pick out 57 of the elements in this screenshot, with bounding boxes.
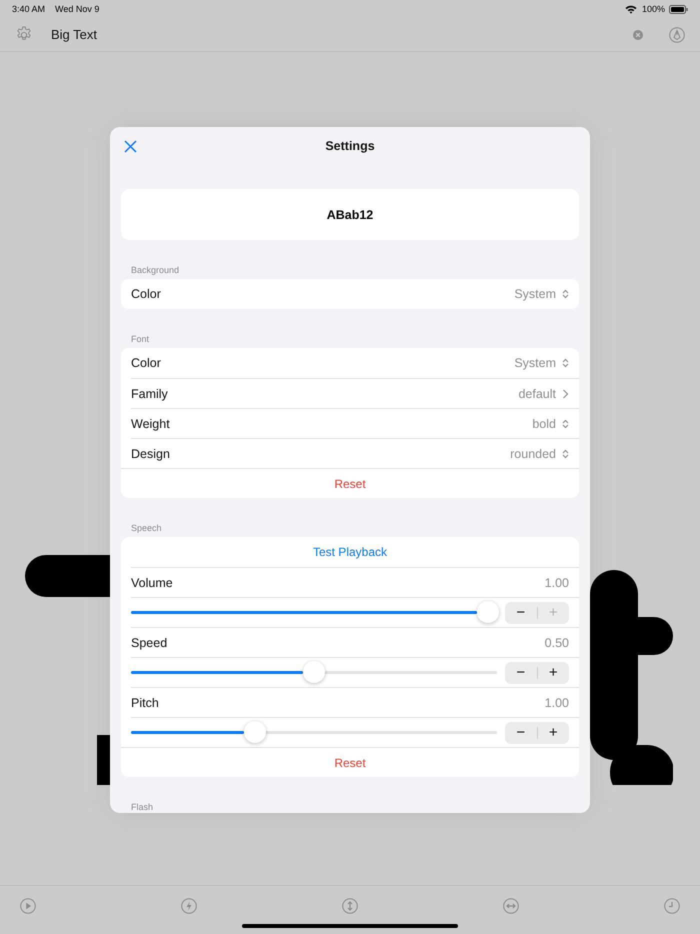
reset-button[interactable]: Reset [330, 474, 370, 494]
lightning-icon[interactable] [181, 898, 197, 914]
pen-nib-icon[interactable] [669, 26, 685, 42]
row-label: Weight [131, 416, 170, 430]
status-time: 3:40 AM [12, 4, 46, 14]
close-icon[interactable] [124, 140, 137, 153]
row-label: Color [131, 287, 161, 301]
section-header: Background [130, 264, 180, 277]
settings-row[interactable]: Design rounded [131, 438, 579, 468]
section-header: Speech [130, 522, 163, 535]
preview-text: ABab12 [326, 208, 374, 222]
section-header: Flash [130, 801, 154, 813]
decrement-button[interactable]: − [505, 602, 536, 624]
up-down-chevron-icon [562, 418, 569, 428]
row-value: 1.00 [544, 576, 569, 590]
decrement-button[interactable]: − [505, 722, 536, 744]
up-down-chevron-icon [562, 289, 569, 299]
slider-thumb[interactable] [476, 601, 499, 623]
up-down-chevron-icon [562, 448, 569, 458]
vertical-arrows-icon[interactable] [342, 898, 358, 914]
row-label: Volume [131, 576, 173, 590]
row-value: 0.50 [544, 636, 569, 650]
settings-row[interactable]: Weight bold [131, 408, 579, 438]
row-value: default [518, 386, 556, 400]
row-value: bold [532, 416, 556, 430]
chevron-right-icon [562, 388, 569, 398]
wifi-icon [624, 4, 637, 14]
row-label: Speed [131, 636, 168, 650]
settings-row[interactable]: Color System [131, 348, 579, 378]
test-playback-button[interactable]: Test Playback [308, 542, 392, 562]
sheet-title: Settings [325, 139, 375, 153]
row-label: Family [131, 386, 168, 400]
row-label: Color [131, 356, 161, 370]
increment-button[interactable]: + [538, 662, 569, 684]
settings-row[interactable]: Family default [131, 378, 579, 408]
section-header: Font [130, 333, 150, 346]
decrement-button[interactable]: − [505, 662, 536, 684]
horizontal-arrows-icon[interactable] [503, 898, 519, 914]
clock-icon[interactable] [664, 898, 680, 914]
row-value: System [514, 287, 556, 301]
status-date: Wed Nov 9 [55, 4, 100, 14]
increment-button[interactable]: + [538, 722, 569, 744]
settings-row[interactable]: Color System [131, 279, 579, 309]
row-value: 1.00 [544, 696, 569, 710]
app-title: Big Text [51, 27, 98, 42]
battery-icon [669, 4, 688, 14]
up-down-chevron-icon [562, 358, 569, 368]
row-value: System [514, 356, 556, 370]
row-label: Design [131, 446, 170, 460]
reset-button[interactable]: Reset [330, 752, 370, 772]
clear-icon[interactable] [633, 30, 643, 40]
slider-thumb[interactable] [303, 661, 325, 683]
battery-percent: 100% [642, 4, 665, 14]
row-value: rounded [510, 446, 556, 460]
row-label: Pitch [131, 696, 159, 710]
slider-thumb[interactable] [244, 721, 266, 743]
play-icon[interactable] [20, 898, 36, 914]
